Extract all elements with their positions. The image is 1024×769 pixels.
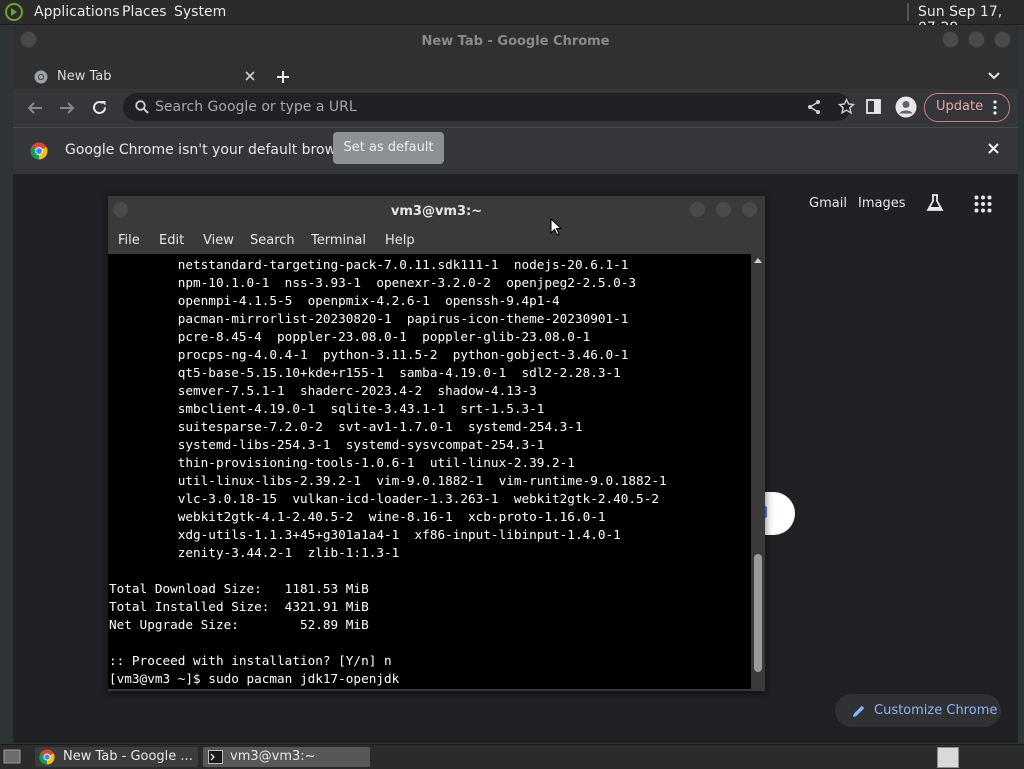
reload-icon[interactable] xyxy=(91,99,108,116)
minimize-button[interactable] xyxy=(942,31,959,48)
side-panel-icon[interactable] xyxy=(866,99,881,114)
close-button[interactable] xyxy=(994,31,1011,48)
new-tab-plus-icon[interactable] xyxy=(276,70,290,84)
images-link[interactable]: Images xyxy=(858,196,906,211)
infobar-message: Google Chrome isn't your default browser xyxy=(65,142,358,158)
profile-avatar-icon[interactable] xyxy=(895,96,917,118)
chrome-logo-icon xyxy=(30,142,48,160)
chrome-window-title: New Tab - Google Chrome xyxy=(421,34,610,49)
gmail-link[interactable]: Gmail xyxy=(809,196,847,211)
terminal-close-button[interactable] xyxy=(741,201,758,218)
share-icon[interactable] xyxy=(806,99,822,115)
terminal-window-title: vm3@vm3:~ xyxy=(390,204,483,219)
menu-places[interactable]: Places xyxy=(122,4,167,20)
terminal-menu-view[interactable]: View xyxy=(203,233,234,248)
tab-search-chevron-icon[interactable] xyxy=(988,72,1000,80)
back-arrow-icon[interactable] xyxy=(27,100,43,116)
terminal-lines: netstandard-targeting-pack-7.0.11.sdk111… xyxy=(109,257,667,686)
terminal-output[interactable]: netstandard-targeting-pack-7.0.11.sdk111… xyxy=(108,254,751,689)
menu-applications[interactable]: Applications xyxy=(34,4,120,20)
show-desktop-icon[interactable] xyxy=(3,749,21,764)
terminal-menu-edit[interactable]: Edit xyxy=(159,233,184,248)
mouse-pointer-icon xyxy=(550,218,562,236)
terminal-maximize-button[interactable] xyxy=(715,201,732,218)
scroll-up-arrow-icon[interactable] xyxy=(754,257,762,263)
update-label: Update xyxy=(936,99,984,114)
taskbar-item-label: vm3@vm3:~ xyxy=(230,749,316,764)
infobar-close-icon[interactable] xyxy=(988,143,999,154)
tab-title: New Tab xyxy=(57,69,112,84)
terminal-scrollbar-thumb[interactable] xyxy=(754,554,762,672)
omnibox-placeholder: Search Google or type a URL xyxy=(155,99,357,115)
apps-grid-icon[interactable] xyxy=(974,195,992,213)
set-as-default-button[interactable]: Set as default xyxy=(333,132,444,164)
terminal-window: vm3@vm3:~ File Edit View Search Terminal… xyxy=(108,196,765,691)
omnibox[interactable]: Search Google or type a URL xyxy=(123,93,855,121)
terminal-menubar: File Edit View Search Terminal Help xyxy=(108,226,765,254)
maximize-button[interactable] xyxy=(968,31,985,48)
top-panel: Applications Places System Sun Sep 17, 0… xyxy=(0,0,1024,36)
taskbar-item-label: New Tab - Google ... xyxy=(63,749,193,764)
default-browser-infobar: Google Chrome isn't your default browser xyxy=(13,127,1018,174)
labs-flask-icon[interactable] xyxy=(925,193,945,213)
panel-separator xyxy=(907,3,909,21)
terminal-menu-help[interactable]: Help xyxy=(385,233,415,248)
menu-system[interactable]: System xyxy=(174,4,226,20)
bookmark-star-icon[interactable] xyxy=(838,98,855,115)
customize-chrome-button[interactable]: Customize Chrome xyxy=(835,694,1001,727)
chrome-icon xyxy=(39,749,55,765)
pencil-icon xyxy=(852,704,866,718)
update-button[interactable]: Update xyxy=(924,93,1010,122)
bottom-panel: New Tab - Google ... vm3@vm3:~ xyxy=(0,744,1024,769)
taskbar-item-chrome[interactable]: New Tab - Google ... xyxy=(35,747,198,767)
terminal-menu-file[interactable]: File xyxy=(118,233,140,248)
workspace-switcher[interactable] xyxy=(937,747,959,768)
customize-label: Customize Chrome xyxy=(874,703,998,718)
mate-logo-icon[interactable] xyxy=(5,3,23,21)
terminal-titlebar[interactable]: vm3@vm3:~ xyxy=(108,196,765,226)
forward-arrow-icon[interactable] xyxy=(59,100,75,116)
terminal-minimize-button[interactable] xyxy=(689,201,706,218)
chrome-tab-favicon-icon xyxy=(34,70,48,84)
terminal-menu-search[interactable]: Search xyxy=(250,233,295,248)
kebab-menu-icon xyxy=(993,100,997,115)
chrome-titlebar[interactable]: New Tab - Google Chrome xyxy=(13,25,1018,60)
terminal-menu-terminal[interactable]: Terminal xyxy=(311,233,366,248)
terminal-icon xyxy=(208,750,223,764)
terminal-scrollbar[interactable] xyxy=(751,254,765,689)
search-icon xyxy=(135,100,149,114)
tab-close-icon[interactable] xyxy=(244,70,256,82)
taskbar-item-terminal[interactable]: vm3@vm3:~ xyxy=(203,747,370,767)
